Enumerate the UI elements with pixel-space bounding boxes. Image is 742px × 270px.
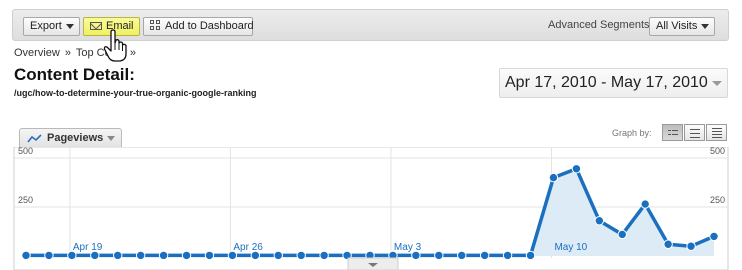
data-point bbox=[548, 172, 559, 183]
data-point bbox=[434, 250, 444, 261]
data-point bbox=[113, 250, 123, 261]
graph-by-day-button[interactable] bbox=[662, 124, 683, 141]
y-tick-label-left: 500 bbox=[18, 147, 33, 156]
breadcrumb-overview-link[interactable]: Overview bbox=[14, 47, 60, 59]
add-to-dashboard-label: Add to Dashboard bbox=[165, 20, 254, 32]
chevron-down-icon bbox=[701, 24, 709, 29]
graph-by-label: Graph by: bbox=[612, 128, 652, 138]
data-point bbox=[479, 250, 490, 261]
chevron-down-icon bbox=[107, 136, 115, 141]
x-tick-label: Apr 26 bbox=[233, 242, 263, 253]
data-point bbox=[525, 250, 536, 261]
breadcrumb-separator: » bbox=[64, 47, 72, 59]
data-point bbox=[44, 250, 54, 261]
data-point bbox=[663, 239, 673, 249]
data-point bbox=[319, 250, 329, 261]
data-point bbox=[502, 250, 513, 261]
data-point bbox=[457, 250, 467, 261]
export-button[interactable]: Export bbox=[23, 17, 80, 36]
breadcrumb-separator: » bbox=[129, 47, 136, 59]
x-tick-label: Apr 19 bbox=[73, 242, 103, 253]
date-range-picker[interactable]: Apr 17, 2010 - May 17, 2010 bbox=[499, 68, 728, 98]
data-point bbox=[296, 250, 306, 261]
pageviews-chart: 500 500 250 250 Apr 19 Apr 26 May 3 May 10 bbox=[13, 147, 729, 270]
segments-value: All Visits bbox=[656, 20, 698, 32]
x-tick-label: May 3 bbox=[394, 242, 422, 253]
data-point bbox=[594, 216, 605, 226]
chart-resize-handle bbox=[347, 257, 399, 270]
graph-by-month-button[interactable] bbox=[706, 124, 727, 141]
data-point bbox=[617, 229, 627, 240]
data-point bbox=[640, 199, 650, 209]
y-tick-label-right: 250 bbox=[710, 195, 725, 205]
chevron-down-icon bbox=[66, 24, 74, 29]
data-point bbox=[21, 250, 31, 261]
date-range-value: Apr 17, 2010 - May 17, 2010 bbox=[505, 74, 708, 91]
y-tick-label-right: 500 bbox=[710, 147, 725, 156]
data-point bbox=[686, 241, 696, 251]
page-path: /ugc/how-to-determine-your-true-organic-… bbox=[14, 88, 257, 98]
hand-cursor-icon bbox=[103, 29, 127, 62]
data-point bbox=[273, 250, 283, 261]
advanced-segments-label: Advanced Segments: bbox=[548, 19, 653, 31]
envelope-icon bbox=[90, 22, 102, 30]
data-point bbox=[204, 250, 215, 261]
data-point bbox=[135, 250, 146, 261]
y-tick-label-left: 250 bbox=[18, 195, 33, 205]
data-point bbox=[571, 164, 582, 174]
graph-by-week-button[interactable] bbox=[684, 124, 705, 141]
dashboard-grid-icon bbox=[150, 20, 161, 31]
add-to-dashboard-button[interactable]: Add to Dashboard bbox=[143, 17, 254, 36]
page-title: Content Detail: bbox=[14, 65, 135, 84]
data-point bbox=[158, 250, 169, 261]
line-chart-icon bbox=[27, 134, 42, 143]
data-point bbox=[709, 231, 719, 242]
data-point bbox=[181, 250, 192, 261]
x-tick-label: May 10 bbox=[554, 242, 587, 253]
metric-label: Pageviews bbox=[47, 132, 104, 144]
chevron-down-icon bbox=[712, 81, 722, 86]
metric-selector[interactable]: Pageviews bbox=[19, 128, 122, 148]
export-label: Export bbox=[30, 20, 62, 32]
segments-select[interactable]: All Visits bbox=[649, 17, 715, 36]
